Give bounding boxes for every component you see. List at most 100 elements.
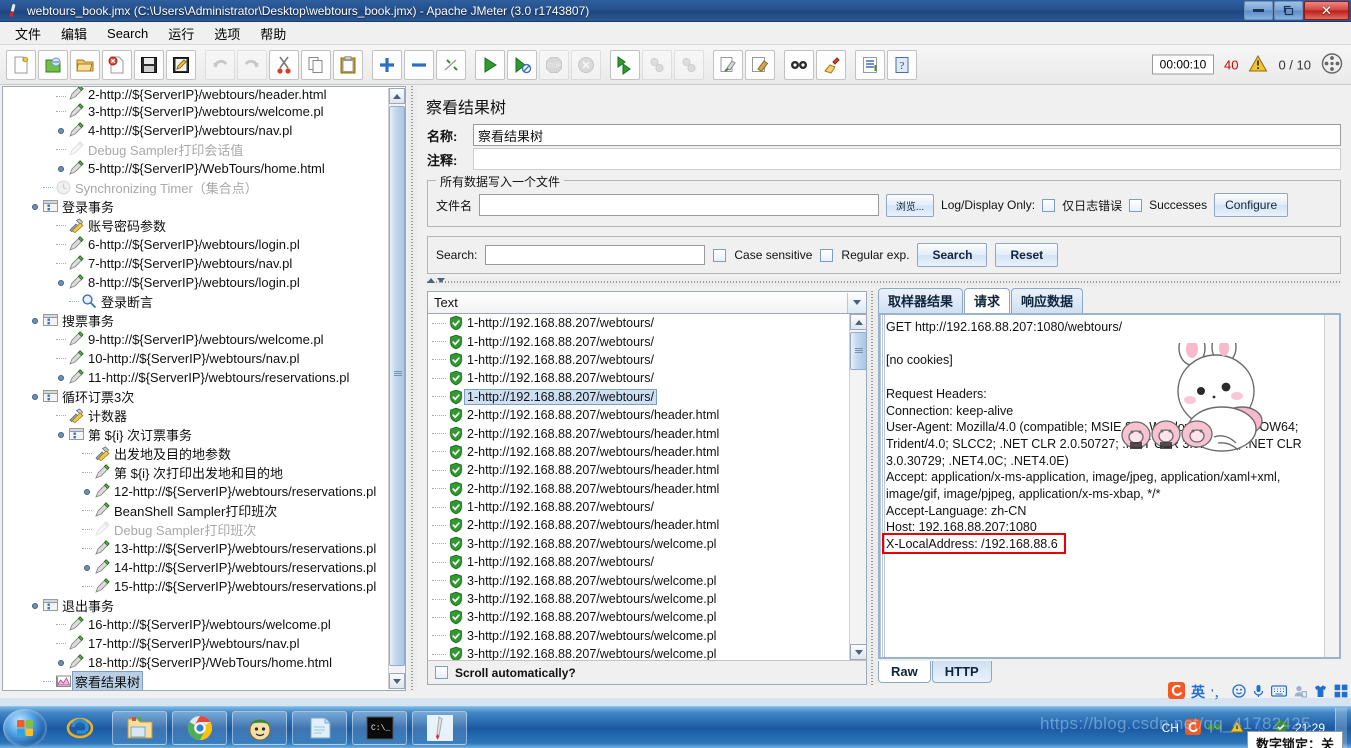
tree-node[interactable]: 4-http://${ServerIP}/webtours/nav.pl — [3, 121, 405, 140]
tree-expander-handle[interactable] — [29, 391, 41, 403]
result-list-item[interactable]: 3-http://192.168.88.207/webtours/welcome… — [428, 645, 849, 660]
tree-expander-handle[interactable] — [29, 600, 41, 612]
result-list-item[interactable]: 2-http://192.168.88.207/webtours/header.… — [428, 516, 849, 534]
result-list-item[interactable]: 1-http://192.168.88.207/webtours/ — [428, 314, 849, 332]
tree-node[interactable]: 3-http://${ServerIP}/webtours/welcome.pl — [3, 102, 405, 121]
tree-node[interactable]: 搜票事务 — [3, 311, 405, 330]
results-scroll-down-button[interactable] — [850, 644, 866, 660]
result-list-item[interactable]: 2-http://192.168.88.207/webtours/header.… — [428, 480, 849, 498]
result-list-item[interactable]: 2-http://192.168.88.207/webtours/header.… — [428, 461, 849, 479]
result-list-item[interactable]: 3-http://192.168.88.207/webtours/welcome… — [428, 627, 849, 645]
network-icon[interactable] — [1207, 719, 1223, 738]
sogou-tray-icon[interactable] — [1184, 718, 1201, 738]
scroll-automatically-checkbox[interactable] — [435, 666, 448, 679]
tree-node[interactable]: 12-http://${ServerIP}/webtours/reservati… — [3, 482, 405, 501]
tree-expander-handle[interactable] — [55, 429, 67, 441]
emoticon-app-icon[interactable] — [232, 710, 287, 745]
minimize-button[interactable] — [1244, 1, 1273, 20]
tray-language-indicator[interactable]: CH — [1162, 721, 1179, 735]
collapse-icon[interactable] — [404, 49, 434, 80]
save-icon[interactable] — [134, 49, 164, 80]
google-chrome-icon[interactable] — [172, 710, 227, 745]
tree-node[interactable]: BeanShell Sampler打印班次 — [3, 501, 405, 520]
paste-icon[interactable] — [333, 49, 363, 80]
tree-scroll-thumb[interactable] — [389, 106, 405, 666]
tab-sampler-result[interactable]: 取样器结果 — [878, 288, 964, 313]
result-list-item[interactable]: 1-http://192.168.88.207/webtours/ — [428, 351, 849, 369]
tree-node[interactable]: 第 ${i} 次打印出发地和目的地 — [3, 463, 405, 482]
notepad-icon[interactable] — [292, 710, 347, 745]
browse-button[interactable]: 浏览... — [886, 193, 935, 217]
clear-icon[interactable] — [713, 49, 743, 80]
tab-http[interactable]: HTTP — [931, 661, 992, 683]
reset-button[interactable]: Reset — [995, 243, 1059, 267]
tree-node[interactable]: 6-http://${ServerIP}/webtours/login.pl — [3, 235, 405, 254]
start-orb-icon[interactable] — [3, 708, 47, 747]
filename-input[interactable] — [479, 194, 880, 216]
tree-node[interactable]: 登录断言 — [3, 292, 405, 311]
tree-node[interactable]: 退出事务 — [3, 596, 405, 615]
tree-node[interactable]: Debug Sampler打印会话值 — [3, 140, 405, 159]
close-icon[interactable] — [102, 49, 132, 80]
result-list-item[interactable]: 1-http://192.168.88.207/webtours/ — [428, 369, 849, 387]
result-list-item[interactable]: 3-http://192.168.88.207/webtours/welcome… — [428, 535, 849, 553]
results-scroll-up-button[interactable] — [850, 314, 866, 330]
tree-node[interactable]: 16-http://${ServerIP}/webtours/welcome.p… — [3, 615, 405, 634]
chevron-down-icon[interactable] — [847, 292, 866, 313]
tab-raw[interactable]: Raw — [878, 661, 931, 683]
result-list-item[interactable]: 3-http://192.168.88.207/webtours/welcome… — [428, 571, 849, 589]
menu-options[interactable]: 选项 — [205, 21, 249, 46]
keyboard-icon[interactable] — [1271, 684, 1288, 700]
tree-scroll-up-button[interactable] — [389, 88, 405, 104]
sogou-ime-bar[interactable]: 英 '， — [1168, 682, 1348, 702]
menu-edit[interactable]: 编辑 — [52, 21, 96, 46]
cut-icon[interactable] — [269, 49, 299, 80]
tree-node[interactable]: 计数器 — [3, 406, 405, 425]
tree-node[interactable]: 登录事务 — [3, 197, 405, 216]
results-scroll-thumb[interactable] — [850, 332, 866, 370]
file-explorer-icon[interactable] — [112, 710, 167, 745]
apps-icon[interactable] — [1334, 684, 1348, 701]
configure-button[interactable]: Configure — [1214, 193, 1289, 217]
expand-icon[interactable] — [372, 49, 402, 80]
renderer-combobox[interactable]: Text — [428, 292, 866, 314]
tree-node[interactable]: 15-http://${ServerIP}/webtours/reservati… — [3, 577, 405, 596]
errors-only-checkbox[interactable] — [1042, 198, 1056, 212]
tree-vertical-scrollbar[interactable] — [388, 88, 405, 689]
result-list-item[interactable]: 1-http://192.168.88.207/webtours/ — [428, 498, 849, 516]
result-list-item[interactable]: 1-http://192.168.88.207/webtours/ — [428, 332, 849, 350]
save-as-icon[interactable] — [166, 49, 196, 80]
case-sensitive-checkbox[interactable] — [713, 248, 727, 262]
tree-node[interactable]: 14-http://${ServerIP}/webtours/reservati… — [3, 558, 405, 577]
start-icon[interactable] — [475, 49, 505, 80]
tree-node[interactable]: 出发地及目的地参数 — [3, 444, 405, 463]
tree-node[interactable]: 11-http://${ServerIP}/webtours/reservati… — [3, 368, 405, 387]
sampler-results-tree[interactable]: 1-http://192.168.88.207/webtours/1-http:… — [428, 314, 866, 660]
tree-node[interactable]: 循环订票3次 — [3, 387, 405, 406]
tree-node[interactable]: 18-http://${ServerIP}/WebTours/home.html — [3, 653, 405, 672]
name-input[interactable]: 察看结果树 — [473, 124, 1341, 146]
menu-help[interactable]: 帮助 — [251, 21, 295, 46]
tab-response-data[interactable]: 响应数据 — [1011, 288, 1084, 313]
tab-request[interactable]: 请求 — [964, 288, 1011, 313]
tree-expander-handle[interactable] — [81, 486, 93, 498]
tree-node[interactable]: 9-http://${ServerIP}/webtours/welcome.pl — [3, 330, 405, 349]
tree-expander-handle[interactable] — [55, 277, 67, 289]
warning-triangle-icon[interactable] — [1248, 54, 1268, 75]
tree-node[interactable]: 第 ${i} 次订票事务 — [3, 425, 405, 444]
close-button[interactable]: ✕ — [1304, 1, 1349, 20]
tree-expander-handle[interactable] — [55, 125, 67, 137]
results-vertical-scrollbar[interactable] — [849, 314, 866, 660]
copy-icon[interactable] — [301, 49, 331, 80]
tree-node[interactable]: 账号密码参数 — [3, 216, 405, 235]
function-helper-icon[interactable] — [855, 49, 885, 80]
search-icon[interactable] — [784, 49, 814, 80]
result-list-item[interactable]: 2-http://192.168.88.207/webtours/header.… — [428, 424, 849, 442]
microphone-icon[interactable] — [1252, 684, 1265, 701]
start-no-pauses-icon[interactable] — [507, 49, 537, 80]
tree-node[interactable]: 5-http://${ServerIP}/WebTours/home.html — [3, 159, 405, 178]
tree-scroll-down-button[interactable] — [389, 673, 405, 689]
contact-icon[interactable] — [1293, 684, 1308, 701]
search-reset-icon[interactable] — [816, 49, 846, 80]
result-list-item[interactable]: 2-http://192.168.88.207/webtours/header.… — [428, 406, 849, 424]
